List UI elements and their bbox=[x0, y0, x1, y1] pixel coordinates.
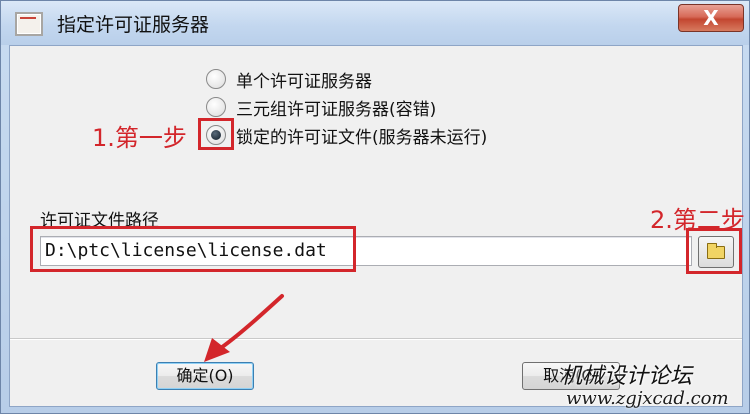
step1-annotation: 1.第一步 bbox=[92, 124, 187, 152]
radio-triad-server[interactable] bbox=[206, 97, 226, 117]
window-title: 指定许可证服务器 bbox=[57, 14, 210, 36]
option-locked-file[interactable]: 锁定的许可证文件(服务器未运行) bbox=[206, 122, 487, 148]
separator bbox=[10, 338, 742, 340]
option-triad-server[interactable]: 三元组许可证服务器(容错) bbox=[206, 94, 436, 120]
option-single-server[interactable]: 单个许可证服务器 bbox=[206, 66, 372, 92]
radio-single-server[interactable] bbox=[206, 69, 226, 89]
watermark-title: 机械设计论坛 bbox=[560, 364, 693, 389]
ok-button[interactable]: 确定(O) bbox=[156, 362, 254, 390]
browse-highlight-box bbox=[686, 228, 742, 274]
option-label: 三元组许可证服务器(容错) bbox=[236, 99, 437, 120]
option-label: 锁定的许可证文件(服务器未运行) bbox=[236, 127, 488, 148]
option-label: 单个许可证服务器 bbox=[236, 71, 372, 92]
step1-highlight-box bbox=[198, 118, 234, 150]
watermark-url: www.zgjxcad.com bbox=[566, 388, 729, 409]
dialog-window: 指定许可证服务器 X 单个许可证服务器 三元组许可证服务器(容错) 锁定的许可证… bbox=[0, 0, 750, 414]
close-button[interactable]: X bbox=[678, 4, 744, 32]
path-highlight-box bbox=[30, 226, 356, 272]
title-bar[interactable]: 指定许可证服务器 X bbox=[1, 1, 749, 45]
app-icon bbox=[15, 12, 43, 36]
